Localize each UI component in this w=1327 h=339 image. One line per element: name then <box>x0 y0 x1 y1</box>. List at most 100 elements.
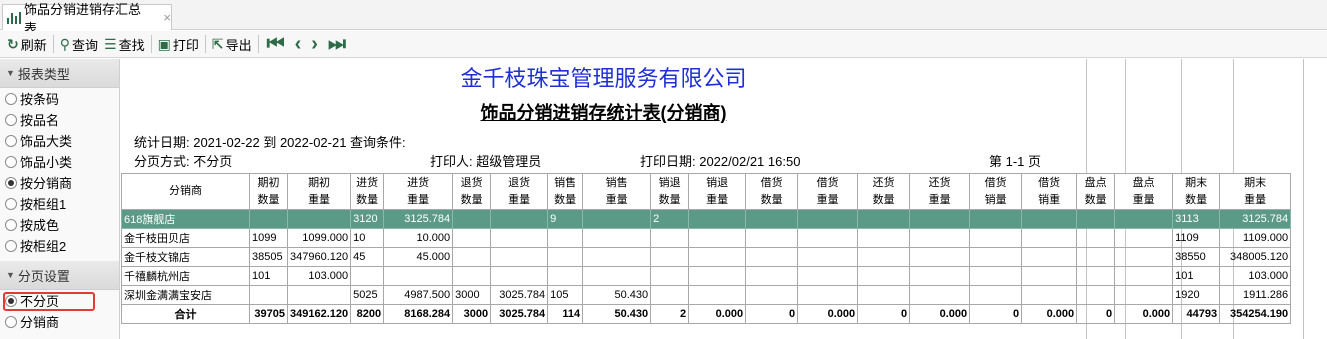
page-number: 第 1-1 页 <box>989 154 1042 169</box>
find-label: 查找 <box>118 37 145 53</box>
table-cell <box>688 228 747 248</box>
table-cell: 3000 <box>452 304 492 324</box>
table-cell <box>452 209 492 229</box>
radio-icon[interactable] <box>5 176 17 189</box>
date-range: 统计日期: 2021-02-22 到 2022-02-21 查询条件: <box>134 135 406 150</box>
column-header: 借货 重量 <box>797 173 859 210</box>
table-cell <box>1114 228 1174 248</box>
table-cell: 105 <box>547 285 584 305</box>
collapse-icon: ▼ <box>6 270 15 280</box>
paging-title: 分页设置 <box>17 268 70 284</box>
report-area: 金千枝珠宝管理服务有限公司 饰品分销进销存统计表(分销商) 统计日期: 2021… <box>121 59 1327 339</box>
radio-option[interactable]: 按条码 <box>0 88 119 109</box>
table-cell: 0.000 <box>797 304 859 324</box>
table-cell: 8168.284 <box>383 304 454 324</box>
radio-icon[interactable] <box>5 294 17 307</box>
column-header: 借货 销重 <box>1021 173 1078 210</box>
table-cell <box>490 228 549 248</box>
table-cell: 347960.120 <box>286 247 352 267</box>
table-cell <box>797 247 859 267</box>
column-header: 期末 重量 <box>1219 173 1292 210</box>
radio-icon[interactable] <box>5 134 17 147</box>
table-cell <box>909 247 971 267</box>
table-cell: 45.000 <box>383 247 454 267</box>
table-cell <box>249 209 288 229</box>
table-cell: 45 <box>350 247 385 267</box>
radio-label: 不分页 <box>20 294 60 309</box>
radio-option[interactable]: 按成色 <box>0 214 119 235</box>
toolbar-divider <box>204 35 206 53</box>
radio-option[interactable]: 按柜组1 <box>0 193 119 214</box>
tab-report[interactable]: 饰品分销进销存汇总表 × <box>2 2 172 36</box>
radio-option[interactable]: 分销商 <box>0 311 119 332</box>
table-cell: 0 <box>969 304 1023 324</box>
table-cell <box>909 209 971 229</box>
radio-icon[interactable] <box>5 239 17 252</box>
radio-option[interactable]: 不分页 <box>0 290 119 311</box>
table-cell <box>650 228 690 248</box>
total-row[interactable]: 合计 39705 349162.120 8200 8168.284 3000 3025.78… <box>121 304 1292 324</box>
radio-option[interactable]: 按分销商 <box>0 172 119 193</box>
table-row[interactable]: 千禧麟杭州店 101 103.000 101 103.000 <box>121 266 1292 286</box>
table-cell: 千禧麟杭州店 <box>121 266 250 286</box>
radio-icon[interactable] <box>5 92 17 105</box>
column-header: 销售 重量 <box>582 173 652 210</box>
next-page-icon[interactable]: › <box>306 33 323 55</box>
table-cell: 3120 <box>350 209 385 229</box>
radio-label: 按柜组2 <box>20 239 67 254</box>
table-cell <box>745 228 799 248</box>
sidebar: ▼ 报表类型 按条码 按品名 饰品大类 饰品小类 按分销商 按柜组1 按成色按柜组2 ▼ 分页设… <box>0 59 120 339</box>
radio-icon[interactable] <box>5 197 17 210</box>
print-button[interactable]: ▣ 打印 <box>155 33 202 55</box>
table-cell <box>857 247 911 267</box>
toolbar-divider <box>257 35 259 53</box>
table-cell <box>745 266 799 286</box>
export-button[interactable]: ⇱ 导出 <box>209 33 255 55</box>
table-cell: 3025.784 <box>490 304 549 324</box>
column-header: 期末 数量 <box>1172 173 1221 210</box>
table-cell: 354254.190 <box>1219 304 1292 324</box>
table-cell <box>582 209 652 229</box>
radio-icon[interactable] <box>5 155 17 168</box>
radio-icon[interactable] <box>5 113 17 126</box>
prev-page-icon[interactable]: ‹ <box>290 33 307 55</box>
table-cell <box>547 247 584 267</box>
paging-header[interactable]: ▼ 分页设置 <box>0 261 119 290</box>
table-row[interactable]: 618旗舰店 3120 3125.784 9 2 3113 3125.784 <box>121 209 1292 229</box>
table-cell: 3113 <box>1172 209 1221 229</box>
radio-option[interactable]: 按柜组2 <box>0 235 119 256</box>
table-cell <box>1021 285 1078 305</box>
table-cell <box>650 285 690 305</box>
table-cell: 618旗舰店 <box>121 209 250 229</box>
table-cell: 103.000 <box>286 266 352 286</box>
table-cell <box>688 209 747 229</box>
last-page-icon[interactable]: ⏭ <box>323 33 351 55</box>
table-cell <box>490 209 549 229</box>
table-row[interactable]: 深圳金满满宝安店 5025 4987.500 3000 3025.784 105 50.43… <box>121 285 1292 305</box>
column-header: 盘点 数量 <box>1076 173 1116 210</box>
report-type-header[interactable]: ▼ 报表类型 <box>0 59 119 88</box>
export-label: 导出 <box>225 37 252 53</box>
table-cell <box>490 247 549 267</box>
table-cell <box>547 228 584 248</box>
column-header: 盘点 重量 <box>1114 173 1174 210</box>
radio-option[interactable]: 饰品大类 <box>0 130 119 151</box>
refresh-button[interactable]: ↻ 刷新 <box>4 33 50 55</box>
query-button[interactable]: ⚲ 查询 <box>57 33 101 55</box>
close-icon[interactable]: × <box>163 10 171 25</box>
radio-icon[interactable] <box>5 218 17 231</box>
table-cell <box>547 266 584 286</box>
table-cell <box>582 266 652 286</box>
find-button[interactable]: ☰ 查找 <box>101 33 148 55</box>
table-cell: 3000 <box>452 285 492 305</box>
table-row[interactable]: 金千枝文锦店 38505 347960.120 45 45.000 38550 348005… <box>121 247 1292 267</box>
first-page-icon[interactable]: ⏮ <box>262 33 290 55</box>
radio-option[interactable]: 按品名 <box>0 109 119 130</box>
page-divider <box>1303 59 1304 339</box>
table-cell <box>745 209 799 229</box>
table-row[interactable]: 金千枝田贝店 1099 1099.000 10 10.000 1109 1109.000 <box>121 228 1292 248</box>
radio-option[interactable]: 饰品小类 <box>0 151 119 172</box>
radio-icon[interactable] <box>5 315 17 328</box>
column-header: 借货 销量 <box>969 173 1023 210</box>
table-cell: 0.000 <box>1114 304 1174 324</box>
